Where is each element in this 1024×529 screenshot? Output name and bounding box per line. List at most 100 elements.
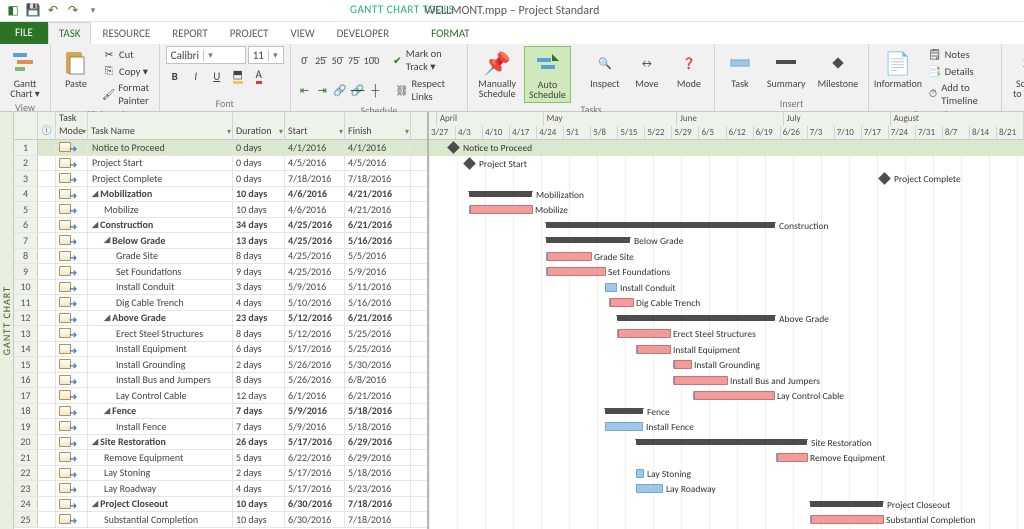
- table-row[interactable]: 15➜Install Grounding2 days5/26/20165/30/…: [14, 357, 427, 373]
- table-row[interactable]: 20➜◢Site Restoration26 days5/17/20166/29…: [14, 435, 427, 451]
- finish-cell[interactable]: 6/29/2016: [345, 435, 411, 450]
- name-cell[interactable]: ◢Mobilization: [88, 187, 233, 202]
- indent-button[interactable]: ⇥: [314, 81, 330, 99]
- task-bar[interactable]: Remove Equipment: [776, 453, 807, 462]
- collapse-icon[interactable]: ◢: [92, 437, 98, 447]
- name-cell[interactable]: Install Fence: [88, 419, 233, 434]
- finish-cell[interactable]: 6/21/2016: [345, 218, 411, 233]
- tab-format[interactable]: FORMAT: [420, 22, 480, 44]
- table-row[interactable]: 22➜Lay Stoning2 days5/17/20165/18/2016: [14, 466, 427, 482]
- finish-header[interactable]: Finish▾: [345, 112, 411, 139]
- table-row[interactable]: 3➜Project Complete0 days7/18/20167/18/20…: [14, 171, 427, 187]
- finish-cell[interactable]: 4/1/2016: [345, 140, 411, 155]
- finish-cell[interactable]: 5/18/2016: [345, 404, 411, 419]
- mode-cell[interactable]: ➜: [56, 218, 88, 233]
- font-name-combo[interactable]: Calibri▾: [166, 46, 246, 64]
- name-cell[interactable]: Mobilize: [88, 202, 233, 217]
- start-cell[interactable]: 4/6/2016: [285, 202, 345, 217]
- finish-cell[interactable]: 6/29/2016: [345, 450, 411, 465]
- save-icon[interactable]: 💾: [24, 2, 42, 20]
- duration-cell[interactable]: 0 days: [233, 156, 285, 171]
- duration-cell[interactable]: 2 days: [233, 466, 285, 481]
- duration-cell[interactable]: 10 days: [233, 512, 285, 527]
- table-row[interactable]: 2➜Project Start0 days4/5/20164/5/2016: [14, 156, 427, 172]
- respect-links-button[interactable]: ⛓Respect Links: [392, 76, 461, 104]
- view-caption[interactable]: GANTT CHART: [0, 112, 14, 529]
- start-cell[interactable]: 6/30/2016: [285, 497, 345, 512]
- table-row[interactable]: 12➜◢Above Grade23 days5/12/20166/21/2016: [14, 311, 427, 327]
- italic-button[interactable]: I: [187, 67, 205, 85]
- row-number[interactable]: 8: [14, 249, 38, 264]
- mode-cell[interactable]: ➜: [56, 156, 88, 171]
- start-cell[interactable]: 5/9/2016: [285, 280, 345, 295]
- row-number[interactable]: 11: [14, 295, 38, 310]
- mode-header[interactable]: TaskMode▾: [56, 112, 88, 139]
- mode-cell[interactable]: ➜: [56, 342, 88, 357]
- summary-bar[interactable]: Fence: [605, 408, 643, 414]
- table-row[interactable]: 24➜◢Project Closeout10 days6/30/20167/18…: [14, 497, 427, 513]
- row-number[interactable]: 7: [14, 233, 38, 248]
- mode-cell[interactable]: ➜: [56, 295, 88, 310]
- table-row[interactable]: 13➜Erect Steel Structures8 days5/12/2016…: [14, 326, 427, 342]
- table-row[interactable]: 5➜Mobilize10 days4/6/20164/21/2016: [14, 202, 427, 218]
- table-row[interactable]: 25➜Substantial Completion10 days6/30/201…: [14, 512, 427, 528]
- start-cell[interactable]: 4/6/2016: [285, 187, 345, 202]
- duration-cell[interactable]: 2 days: [233, 357, 285, 372]
- row-number[interactable]: 19: [14, 419, 38, 434]
- finish-cell[interactable]: 5/18/2016: [345, 419, 411, 434]
- summary-bar[interactable]: Above Grade: [617, 315, 775, 321]
- finish-cell[interactable]: 6/21/2016: [345, 388, 411, 403]
- finish-cell[interactable]: 5/25/2016: [345, 342, 411, 357]
- redo-icon[interactable]: ↷: [64, 2, 82, 20]
- name-cell[interactable]: ◢Fence: [88, 404, 233, 419]
- start-cell[interactable]: 4/25/2016: [285, 264, 345, 279]
- name-cell[interactable]: ◢Construction: [88, 218, 233, 233]
- summary-button[interactable]: Summary: [763, 46, 810, 91]
- task-button[interactable]: Task: [721, 46, 759, 91]
- row-number[interactable]: 16: [14, 373, 38, 388]
- finish-cell[interactable]: 7/18/2016: [345, 497, 411, 512]
- finish-cell[interactable]: 5/25/2016: [345, 326, 411, 341]
- link-button[interactable]: 🔗: [332, 81, 348, 99]
- summary-bar[interactable]: Site Restoration: [636, 439, 807, 445]
- tab-file[interactable]: FILE: [0, 21, 48, 44]
- mode-cell[interactable]: ➜: [56, 171, 88, 186]
- add-timeline-button[interactable]: ⏱Add to Timeline: [925, 80, 995, 108]
- task-bar[interactable]: Install Grounding: [673, 360, 691, 369]
- row-number[interactable]: 18: [14, 404, 38, 419]
- undo-icon[interactable]: ↶: [44, 2, 62, 20]
- row-number[interactable]: 12: [14, 311, 38, 326]
- mode-cell[interactable]: ➜: [56, 435, 88, 450]
- milestone-button[interactable]: Milestone: [814, 46, 863, 91]
- finish-cell[interactable]: 5/30/2016: [345, 357, 411, 372]
- start-cell[interactable]: 7/18/2016: [285, 171, 345, 186]
- pct75-button[interactable]: 75̄: [346, 51, 360, 69]
- indicator-header[interactable]: ⓘ: [38, 112, 56, 139]
- name-cell[interactable]: ◢Below Grade: [88, 233, 233, 248]
- task-bar[interactable]: Erect Steel Structures: [617, 329, 670, 338]
- task-bar[interactable]: Lay Control Cable: [693, 391, 774, 400]
- finish-cell[interactable]: 5/9/2016: [345, 264, 411, 279]
- name-cell[interactable]: Notice to Proceed: [88, 140, 233, 155]
- duration-cell[interactable]: 26 days: [233, 435, 285, 450]
- duration-cell[interactable]: 0 days: [233, 171, 285, 186]
- duration-cell[interactable]: 3 days: [233, 280, 285, 295]
- copy-button[interactable]: ⎘Copy ▾: [99, 63, 151, 79]
- mode-cell[interactable]: ➜: [56, 404, 88, 419]
- row-number[interactable]: 2: [14, 156, 38, 171]
- duration-cell[interactable]: 8 days: [233, 249, 285, 264]
- tab-view[interactable]: VIEW: [279, 22, 325, 44]
- tab-report[interactable]: REPORT: [161, 22, 219, 44]
- finish-cell[interactable]: 5/16/2016: [345, 233, 411, 248]
- mode-cell[interactable]: ➜: [56, 357, 88, 372]
- name-cell[interactable]: ◢Above Grade: [88, 311, 233, 326]
- duration-cell[interactable]: 12 days: [233, 388, 285, 403]
- task-bar[interactable]: Dig Cable Trench: [609, 298, 633, 307]
- collapse-icon[interactable]: ◢: [92, 189, 98, 199]
- duration-cell[interactable]: 10 days: [233, 187, 285, 202]
- row-number[interactable]: 24: [14, 497, 38, 512]
- finish-cell[interactable]: 4/21/2016: [345, 187, 411, 202]
- tab-project[interactable]: PROJECT: [219, 22, 280, 44]
- milestone-marker[interactable]: [463, 157, 476, 170]
- duration-cell[interactable]: 34 days: [233, 218, 285, 233]
